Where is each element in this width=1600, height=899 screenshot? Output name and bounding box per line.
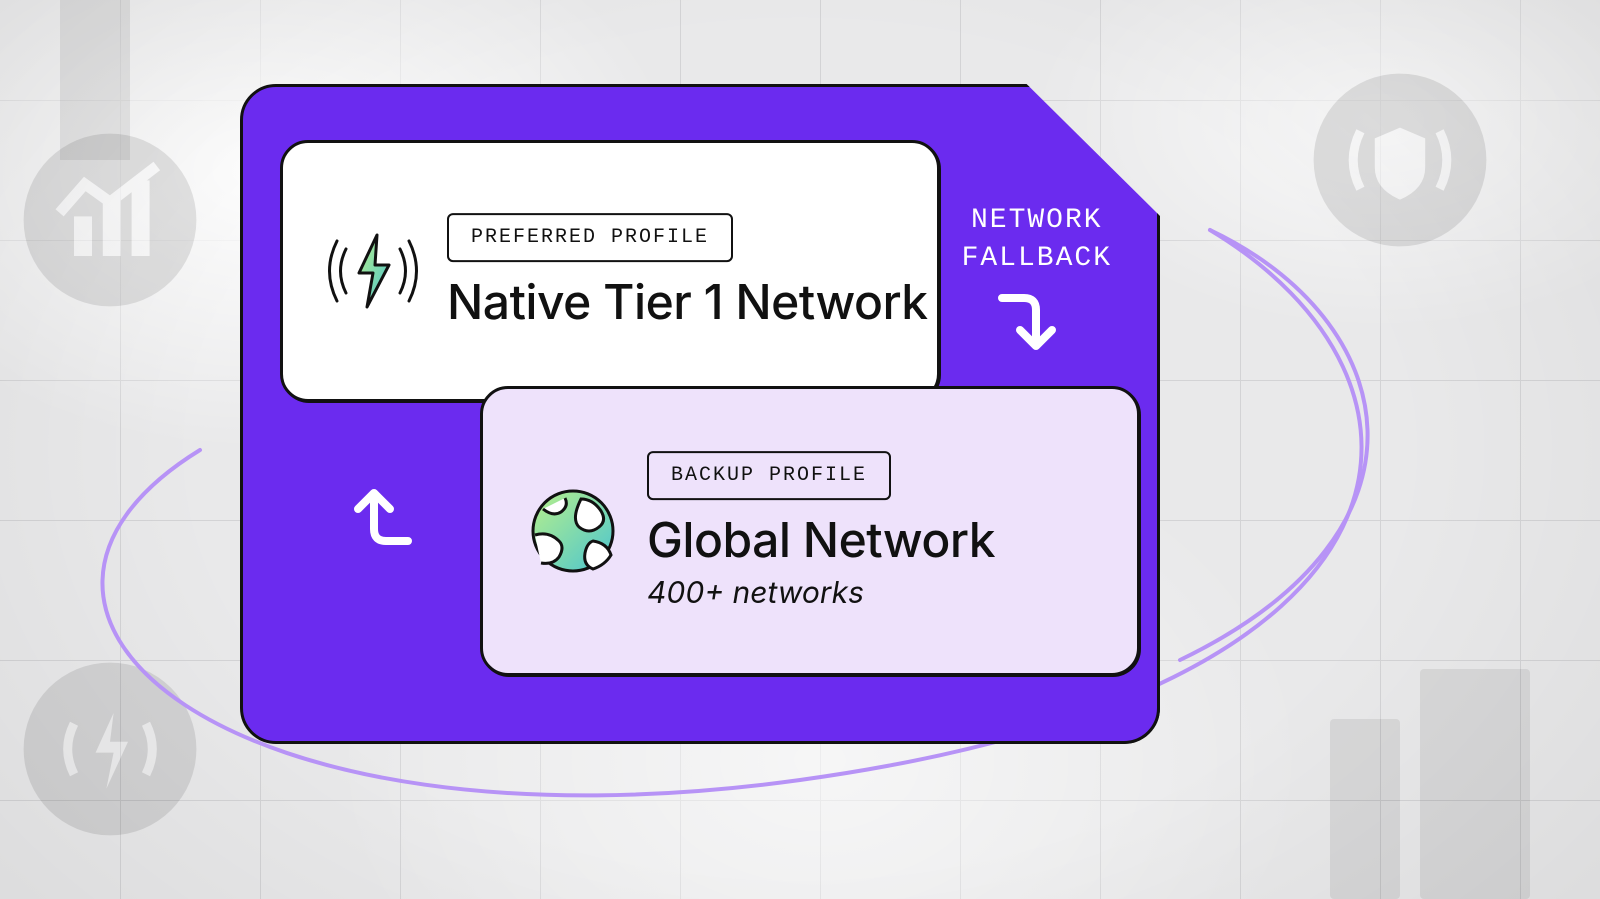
fallback-label-line1: NETWORK	[971, 205, 1103, 236]
preferred-chip: PREFERRED PROFILE	[447, 213, 733, 262]
fallback-label: NETWORK FALLBACK	[962, 202, 1112, 278]
sim-card: NETWORK FALLBACK	[240, 84, 1160, 744]
preferred-title: Native Tier 1 Network	[447, 276, 928, 329]
fallback-arrow-down-icon	[992, 290, 1062, 360]
backup-subtitle: 400+ networks	[647, 575, 995, 611]
globe-icon	[523, 481, 623, 581]
backup-profile-card: BACKUP PROFILE Global Network 400+ netwo…	[480, 386, 1140, 676]
backup-title: Global Network	[647, 514, 995, 567]
signal-bolt-icon	[323, 221, 423, 321]
backup-chip: BACKUP PROFILE	[647, 451, 891, 500]
preferred-profile-card: PREFERRED PROFILE Native Tier 1 Network	[280, 140, 940, 402]
fallback-arrow-up-icon	[348, 479, 418, 549]
fallback-label-line2: FALLBACK	[962, 243, 1112, 274]
